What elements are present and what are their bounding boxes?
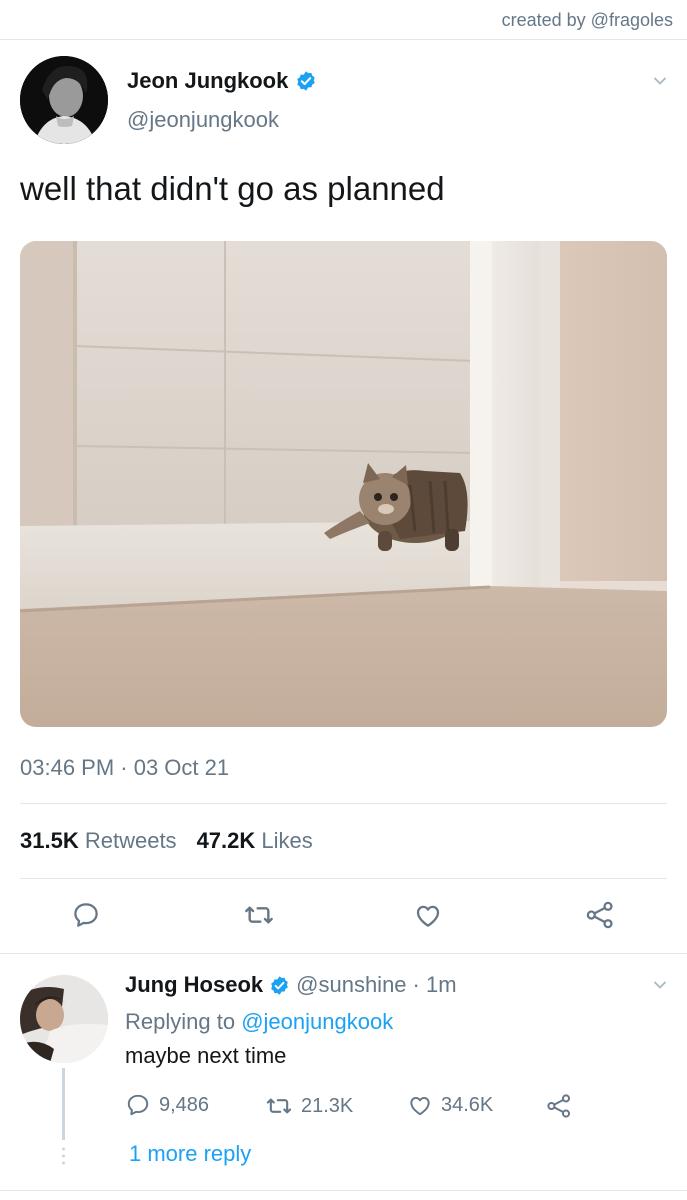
share-button[interactable]	[580, 895, 620, 935]
reply-time: · 1m	[412, 972, 457, 997]
retweet-icon	[245, 906, 273, 924]
reply-author-avatar[interactable]	[20, 975, 108, 1063]
share-icon	[547, 1094, 571, 1118]
comment-icon	[74, 903, 98, 927]
tweet-stats: 31.5K Retweets 47.2K Likes	[20, 828, 313, 854]
like-button[interactable]	[408, 895, 448, 935]
tweet-media-photo[interactable]	[20, 241, 667, 727]
replying-to-link[interactable]: @jeonjungkook	[241, 1009, 393, 1034]
retweet-icon	[266, 1098, 292, 1114]
retweets-count: 31.5K	[20, 828, 79, 853]
retweets-stat[interactable]: 31.5K Retweets	[20, 828, 177, 854]
author-avatar[interactable]	[20, 56, 108, 144]
author-handle[interactable]: @jeonjungkook	[127, 107, 279, 133]
likes-label: Likes	[261, 828, 313, 853]
more-replies-link[interactable]: 1 more reply	[129, 1141, 251, 1167]
author-name[interactable]: Jeon Jungkook	[127, 68, 288, 94]
author-name-row[interactable]: Jeon Jungkook	[127, 68, 317, 94]
heart-icon	[416, 905, 440, 927]
likes-stat[interactable]: 47.2K Likes	[197, 828, 313, 854]
reply-button[interactable]	[66, 895, 106, 935]
credit-text: created by @fragoles	[501, 10, 673, 30]
retweet-button[interactable]	[239, 895, 279, 935]
reply-options-chevron[interactable]	[653, 978, 667, 997]
replying-to-prefix: Replying to	[125, 1009, 236, 1034]
chevron-down-icon	[654, 981, 666, 989]
reply-author-handle[interactable]: @sunshine	[296, 972, 406, 998]
replying-to-line: Replying to @jeonjungkook	[125, 1009, 393, 1035]
verified-badge-icon	[297, 71, 316, 91]
heart-icon	[410, 1096, 430, 1116]
share-icon	[586, 901, 613, 929]
verified-badge-icon	[271, 975, 288, 995]
reply-retweet-count: 21.3K	[301, 1094, 354, 1117]
divider	[0, 1190, 687, 1191]
retweets-label: Retweets	[84, 828, 177, 853]
divider	[20, 803, 667, 804]
reply-like-count: 34.6K	[441, 1093, 494, 1116]
divider	[0, 953, 687, 954]
reply-reply-button[interactable]: 9,486	[125, 1092, 209, 1118]
likes-count: 47.2K	[196, 828, 256, 853]
comment-icon	[127, 1094, 149, 1116]
reply-reply-count: 9,486	[159, 1093, 210, 1116]
reply-retweet-button[interactable]: 21.3K	[265, 1092, 353, 1120]
thread-line	[62, 1068, 65, 1140]
reply-text: maybe next time	[125, 1043, 287, 1068]
tweet-timestamp[interactable]: 03:46 PM · 03 Oct 21	[20, 755, 229, 781]
chevron-down-icon	[654, 77, 666, 85]
reply-header: Jung Hoseok @sunshine · 1m	[125, 972, 457, 998]
reply-author-name[interactable]: Jung Hoseok	[125, 972, 263, 998]
top-divider	[0, 39, 687, 40]
divider	[20, 878, 667, 879]
thread-dots	[62, 1147, 65, 1165]
tweet-action-bar	[20, 895, 667, 935]
reply-share-button[interactable]	[545, 1092, 573, 1120]
tweet-text: well that didn't go as planned	[20, 170, 445, 207]
reply-like-button[interactable]: 34.6K	[407, 1092, 493, 1118]
tweet-options-chevron[interactable]	[653, 74, 667, 93]
